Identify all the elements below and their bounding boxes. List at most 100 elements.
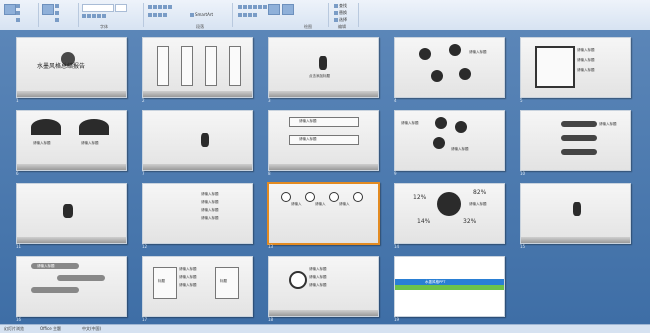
layout-icon [55,4,59,8]
layout-button[interactable] [55,3,60,8]
slide-thumbnail[interactable]: 请输入标题 [16,256,127,317]
ink-banner [31,287,79,293]
slide-thumbnail[interactable]: 请输入标题 请输入标题 [394,110,505,171]
arrange-icon[interactable] [268,4,280,15]
slide-number: 11 [16,244,22,249]
ink-frame [535,46,575,88]
bullets-button[interactable] [148,4,173,9]
numbering-icon [153,5,157,9]
green-band [395,285,504,290]
slide-number: 7 [142,171,145,176]
slide-text: 请输入标题 [577,48,595,52]
slide-thumbnail[interactable]: 点击添加标题 [268,37,379,98]
scissors-icon [16,4,20,8]
ink-node [305,192,315,202]
bullets-icon [148,5,152,9]
outdent-icon [163,5,167,9]
scroll-panel [215,267,239,299]
underline-icon [92,14,96,18]
slide-thumbnail[interactable]: 水墨风格总结报告 [16,37,127,98]
scroll-panel [205,46,217,86]
shape-icon [253,13,257,17]
slide-thumbnail[interactable]: 请输入标题 请输入标题 [268,110,379,171]
ink-landscape [269,310,378,316]
smartart-button[interactable]: SmartArt [190,12,213,17]
quick-styles-icon[interactable] [282,4,294,15]
select-button[interactable]: 选择 [334,17,347,22]
slide-text: 请输入标题 [309,267,327,271]
format-painter-button[interactable] [16,17,21,22]
scroll-panel [153,267,177,299]
slide-thumbnail[interactable] [142,110,253,171]
ink-pill [561,121,597,127]
slide-text: 请输入标题 [469,50,487,54]
slide-text: 请输入标题 [201,216,219,220]
brush-icon [16,18,20,22]
slide-thumbnail[interactable]: 请输入标题 请输入标题 请输入标题 [268,256,379,317]
cut-button[interactable] [16,3,21,8]
slide-text: 请输入标题 [201,208,219,212]
ink-figure [201,133,209,147]
slide-thumbnail[interactable]: 请输入标题 请输入标题 [16,110,127,171]
slide-number: 9 [394,171,397,176]
reset-button[interactable] [55,10,60,15]
ink-node [431,70,443,82]
new-slide-icon[interactable] [42,4,54,15]
replace-button[interactable]: 替换 [334,10,347,15]
slide-sorter: 水墨风格总结报告 1 2 点击添加标题 3 请输入标题 4 请输入标题 请输入标… [0,30,650,324]
shapes-gallery-row2[interactable] [238,12,258,17]
ink-landscape [269,91,378,97]
slide-thumbnail[interactable]: 12% 82% 14% 32% 请输入标题 [394,183,505,244]
slide-text: 请输入标题 [599,122,617,126]
ink-node [435,117,447,129]
slide-thumbnail[interactable]: 请输入标题 请输入标题 请输入标题 请输入标题 [142,183,253,244]
font-size-field[interactable] [115,4,127,12]
shape-icon [248,5,252,9]
slide-text: 标题 [220,279,227,283]
scroll-panel [157,46,169,86]
slide-thumbnail[interactable]: 请输入标题 [520,110,631,171]
scroll-panel [181,46,193,86]
slide-number: 18 [268,317,274,322]
font-name-field[interactable] [82,4,114,12]
ink-landscape [143,164,252,170]
align-buttons[interactable] [148,12,168,17]
slide-thumbnail[interactable] [142,37,253,98]
find-button[interactable]: 查找 [334,3,347,8]
slide-number: 3 [268,98,271,103]
shadow-icon [102,14,106,18]
slide-thumbnail[interactable]: 水墨风格PPT [394,256,505,317]
slide-text: 请输入标题 [33,141,51,145]
ink-landscape [17,91,126,97]
slide-thumbnail[interactable] [16,183,127,244]
slide-number: 1 [16,98,19,103]
percent-label: 12% [413,194,427,201]
align-left-icon [148,13,152,17]
percent-label: 32% [463,218,477,225]
slide-thumbnail[interactable] [520,183,631,244]
bold-button[interactable] [82,13,107,18]
copy-icon [16,11,20,15]
shapes-gallery[interactable] [238,4,268,9]
copy-button[interactable] [16,10,21,15]
shape-icon [248,13,252,17]
align-right-icon [158,13,162,17]
slide-number: 5 [520,98,523,103]
scroll-panel [229,46,241,86]
ink-figure [319,56,327,70]
paste-icon[interactable] [4,4,16,15]
slide-thumbnail-selected[interactable]: 请输入 请输入 请输入 [267,182,380,245]
select-icon [334,18,338,22]
slide-thumbnail[interactable]: 请输入标题 请输入标题 请输入标题 [520,37,631,98]
ink-landscape [143,91,252,97]
ink-node [449,44,461,56]
delete-icon [55,18,59,22]
slide-text: 请输入标题 [201,192,219,196]
percent-label: 14% [417,218,431,225]
slide-text: 请输入标题 [201,200,219,204]
slide-text: 请输入标题 [81,141,99,145]
slide-text: 请输入 [291,202,302,206]
slide-thumbnail[interactable]: 标题 标题 请输入标题 请输入标题 请输入标题 [142,256,253,317]
slide-thumbnail[interactable]: 请输入标题 [394,37,505,98]
delete-button[interactable] [55,17,60,22]
